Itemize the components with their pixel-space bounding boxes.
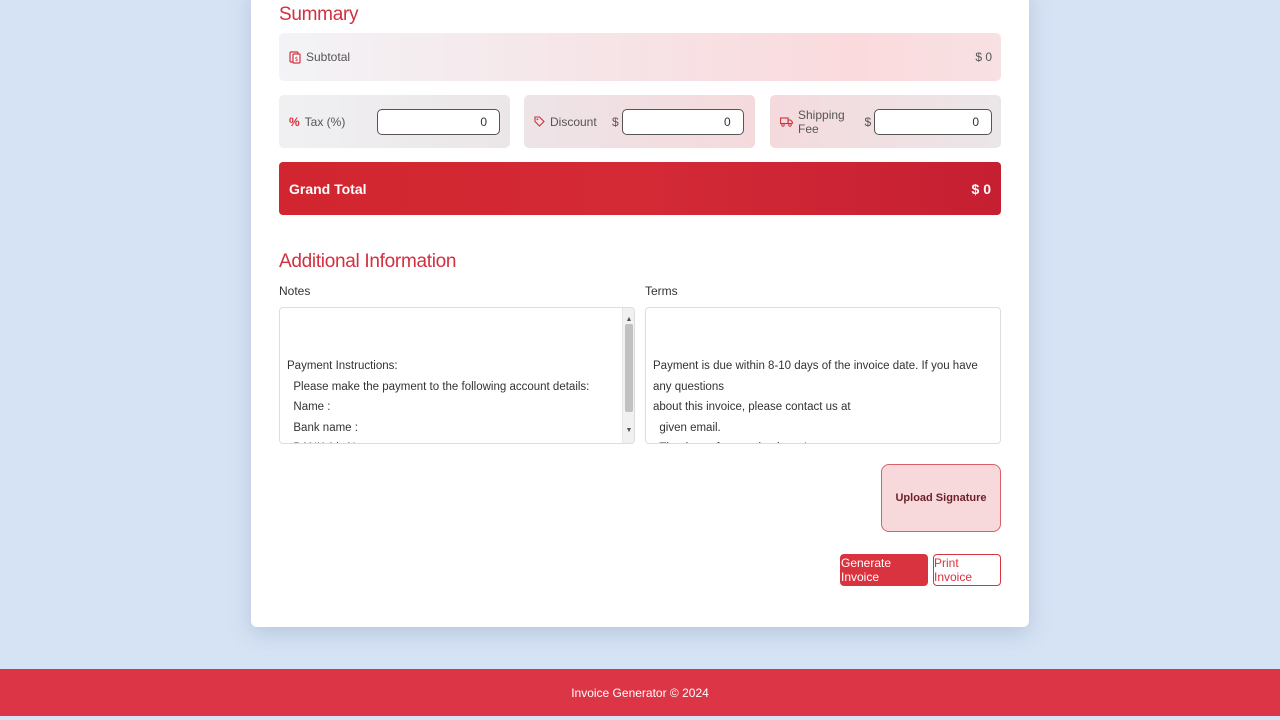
truck-icon — [780, 116, 793, 127]
percent-icon: % — [289, 114, 300, 129]
grand-total-label: Grand Total — [289, 180, 367, 197]
subtotal-value: $ 0 — [975, 50, 992, 64]
terms-text: Payment is due within 8-10 days of the i… — [653, 360, 978, 443]
footer: Invoice Generator © 2024 — [0, 669, 1280, 716]
shipping-input[interactable]: 0 — [874, 108, 992, 135]
generate-invoice-button[interactable]: Generate Invoice — [840, 554, 928, 586]
grand-total-value: $ 0 — [971, 180, 991, 197]
terms-textarea[interactable]: Payment is due within 8-10 days of the i… — [645, 307, 1001, 444]
discount-currency: $ — [612, 114, 619, 129]
discount-label: Discount — [550, 114, 597, 129]
svg-text:$: $ — [295, 56, 299, 63]
subtotal-row: $ Subtotal $ 0 — [279, 33, 1001, 81]
discount-input[interactable]: 0 — [621, 108, 744, 135]
subtotal-label: Subtotal — [306, 50, 351, 64]
tax-input[interactable]: 0 — [377, 108, 500, 135]
invoice-card: Summary $ Subtotal $ 0 % Tax (%) 0 Disco… — [251, 0, 1029, 627]
shipping-currency: $ — [864, 114, 872, 129]
grand-total-bar: Grand Total $ 0 — [279, 162, 1001, 215]
tax-box: % Tax (%) 0 — [279, 95, 510, 148]
notes-text: Payment Instructions: Please make the pa… — [287, 360, 590, 443]
tag-icon — [534, 116, 545, 127]
scroll-thumb[interactable] — [625, 324, 633, 412]
tax-label: Tax (%) — [304, 114, 346, 129]
terms-label: Terms — [645, 284, 678, 298]
notes-textarea[interactable]: Payment Instructions: Please make the pa… — [279, 307, 635, 444]
additional-info-heading: Additional Information — [279, 251, 457, 272]
upload-signature-button[interactable]: Upload Signature — [881, 464, 1001, 532]
scroll-down-icon[interactable]: ▼ — [623, 421, 634, 442]
notes-label: Notes — [279, 284, 311, 298]
summary-heading: Summary — [279, 4, 359, 25]
shipping-label: Shipping Fee — [798, 107, 845, 136]
shipping-box: Shipping Fee $ 0 — [770, 95, 1001, 148]
print-invoice-button[interactable]: Print Invoice — [933, 554, 1001, 586]
notes-scrollbar[interactable]: ▲ ▼ — [622, 308, 634, 443]
footer-text: Invoice Generator © 2024 — [571, 685, 709, 700]
receipt-icon: $ — [289, 50, 301, 64]
discount-box: Discount $ 0 — [524, 95, 755, 148]
